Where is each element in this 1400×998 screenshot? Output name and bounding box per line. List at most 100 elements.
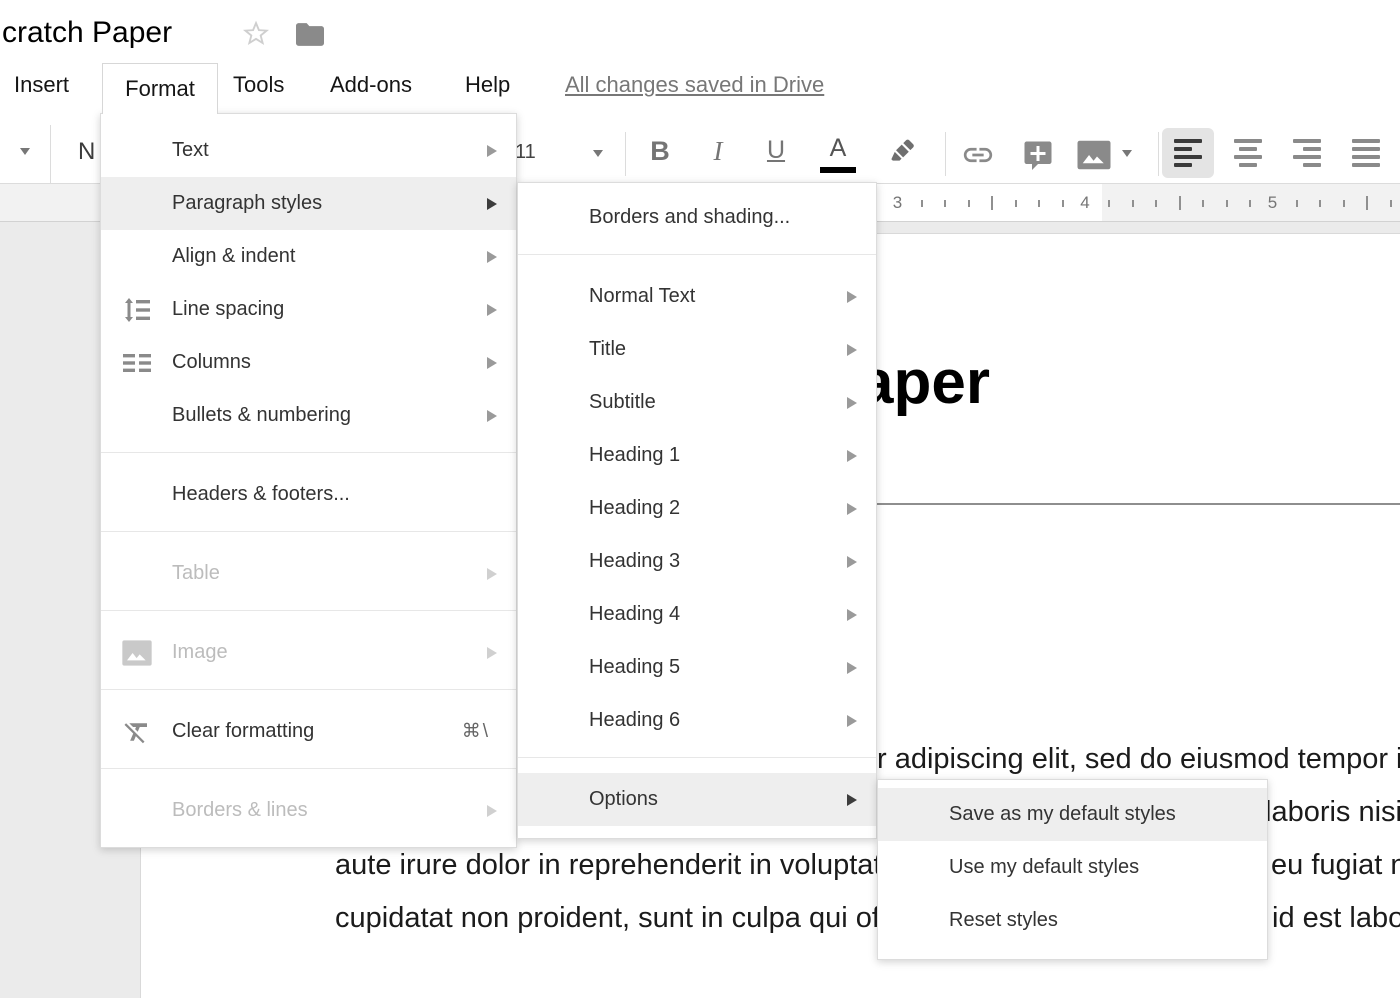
submenu-arrow-icon [487, 805, 497, 817]
menu-item-options[interactable]: Options [518, 773, 876, 826]
ruler-tick [1015, 200, 1017, 207]
font-size-value[interactable]: 11 [515, 141, 536, 164]
menu-item-heading-2[interactable]: Heading 2 [518, 482, 876, 535]
image-options-caret-icon[interactable] [1122, 150, 1132, 157]
menu-item-heading-1[interactable]: Heading 1 [518, 429, 876, 482]
align-left-icon[interactable] [1162, 128, 1214, 178]
ruler-tick [1343, 200, 1345, 207]
ruler-tick [1132, 200, 1134, 207]
dropdown-caret-icon[interactable] [20, 148, 30, 155]
align-center-icon[interactable] [1222, 128, 1274, 178]
submenu-arrow-icon [487, 410, 497, 422]
menu-item-heading-4[interactable]: Heading 4 [518, 588, 876, 641]
menu-help[interactable]: Help [465, 72, 510, 98]
menu-item-save-as-my-default-styles[interactable]: Save as my default styles [878, 788, 1267, 841]
menu-item-label: Line spacing [172, 298, 487, 321]
bold-button[interactable]: B [640, 136, 680, 167]
menu-separator [518, 254, 876, 255]
ruler-tick [944, 200, 946, 207]
menu-item-table: Table [101, 547, 516, 600]
paragraph-styles-submenu: Borders and shading... Normal Text Title Su… [517, 182, 877, 839]
menu-item-label: Columns [172, 351, 487, 374]
paragraph-style-dropdown[interactable]: N [78, 138, 95, 166]
menu-item-clear-formatting[interactable]: Clear formatting⌘\ [101, 705, 516, 758]
menu-item-label: Image [172, 641, 487, 664]
justify-icon[interactable] [1340, 128, 1392, 178]
menu-item-label: Borders and shading... [589, 206, 876, 229]
italic-button[interactable]: I [698, 136, 738, 167]
google-docs-window: Scratch Paper r adipiscing elit, sed do … [0, 0, 1400, 998]
menu-item-label: Options [589, 788, 847, 811]
folder-icon[interactable] [294, 21, 326, 48]
ruler-tick [1062, 200, 1064, 207]
ruler-tick [1038, 200, 1040, 207]
toolbar-divider [1158, 132, 1159, 176]
menu-item-bullets-numbering[interactable]: Bullets & numbering [101, 389, 516, 442]
ruler-tick [1108, 200, 1110, 207]
menu-tools[interactable]: Tools [233, 72, 284, 98]
menu-item-columns[interactable]: Columns [101, 336, 516, 389]
ruler-tick [1155, 200, 1157, 207]
ruler-tick [1179, 196, 1181, 210]
menu-item-borders-lines: Borders & lines [101, 784, 516, 837]
menu-item-use-my-default-styles[interactable]: Use my default styles [878, 841, 1267, 894]
submenu-arrow-icon [847, 397, 857, 409]
submenu-arrow-icon [487, 357, 497, 369]
submenu-arrow-icon [847, 503, 857, 515]
menu-item-label: Headers & footers... [172, 483, 516, 506]
toolbar-divider [625, 132, 626, 176]
ruler-number: 3 [893, 193, 902, 213]
image-icon [101, 639, 172, 667]
menu-separator [101, 768, 516, 769]
menu-item-label: Normal Text [589, 285, 847, 308]
menu-item-borders-and-shading[interactable]: Borders and shading... [518, 191, 876, 244]
star-outline-icon[interactable] [242, 20, 270, 48]
menu-item-label: Heading 4 [589, 603, 847, 626]
menu-item-heading-5[interactable]: Heading 5 [518, 641, 876, 694]
menu-item-headers-footers[interactable]: Headers & footers... [101, 468, 516, 521]
menu-insert[interactable]: Insert [14, 72, 69, 98]
menu-item-text[interactable]: Text [101, 124, 516, 177]
add-comment-icon[interactable] [1020, 137, 1056, 173]
menu-item-label: Heading 5 [589, 656, 847, 679]
menu-item-heading-6[interactable]: Heading 6 [518, 694, 876, 747]
menu-item-reset-styles[interactable]: Reset styles [878, 894, 1267, 947]
link-icon[interactable] [958, 138, 998, 172]
menu-item-label: Save as my default styles [949, 803, 1267, 826]
text-color-button[interactable]: A [816, 134, 860, 163]
menu-format[interactable]: Format [102, 63, 218, 114]
font-size-caret-icon[interactable] [593, 150, 603, 157]
document-name-field[interactable]: cratch Paper [2, 16, 172, 50]
menu-item-normal-text[interactable]: Normal Text [518, 270, 876, 323]
highlight-icon[interactable] [884, 134, 918, 168]
submenu-arrow-icon [847, 662, 857, 674]
menu-item-label: Bullets & numbering [172, 404, 487, 427]
ruler-tick [968, 200, 970, 207]
menu-addons[interactable]: Add-ons [330, 72, 412, 98]
insert-image-icon[interactable] [1076, 139, 1112, 171]
menu-item-paragraph-styles[interactable]: Paragraph styles [101, 177, 516, 230]
paragraph-styles-options-submenu: Save as my default styles Use my default … [877, 779, 1268, 960]
ruler-tick [1202, 200, 1204, 207]
menu-item-label: Paragraph styles [172, 192, 487, 215]
submenu-arrow-icon [487, 304, 497, 316]
menu-item-subtitle[interactable]: Subtitle [518, 376, 876, 429]
menu-item-label: Use my default styles [949, 856, 1267, 879]
underline-button[interactable]: U [756, 136, 796, 165]
ruler-number: 5 [1268, 193, 1277, 213]
save-status-link[interactable]: All changes saved in Drive [565, 72, 824, 98]
menu-item-title[interactable]: Title [518, 323, 876, 376]
text-color-swatch [820, 167, 856, 173]
menu-item-label: Heading 6 [589, 709, 847, 732]
align-right-icon[interactable] [1281, 128, 1333, 178]
menu-item-label: Heading 1 [589, 444, 847, 467]
menu-item-align-indent[interactable]: Align & indent [101, 230, 516, 283]
ruler-tick [921, 200, 923, 207]
format-menu: Text Paragraph styles Align & indent Line s… [100, 113, 517, 848]
menu-item-label: Title [589, 338, 847, 361]
menu-item-label: Reset styles [949, 909, 1267, 932]
menu-item-heading-3[interactable]: Heading 3 [518, 535, 876, 588]
menu-item-line-spacing[interactable]: Line spacing [101, 283, 516, 336]
submenu-arrow-icon [487, 145, 497, 157]
submenu-arrow-icon [487, 251, 497, 263]
